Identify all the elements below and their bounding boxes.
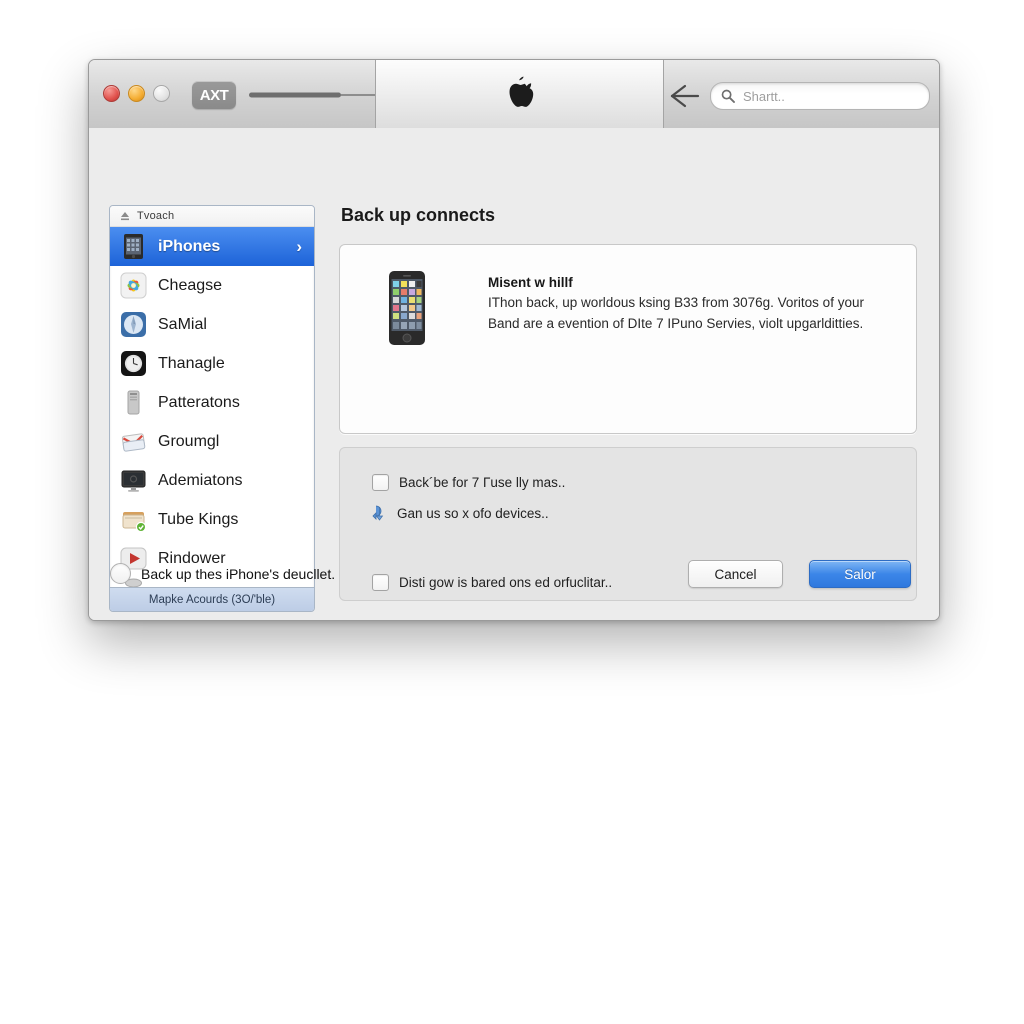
sidebar-item-thanagle[interactable]: Thanagle (110, 344, 314, 383)
mail-stack-icon (121, 433, 146, 452)
info-card-body: IThon back, up worldous ksing B33 from 3… (488, 295, 864, 331)
sidebar-item-patteratons[interactable]: Patteratons (110, 383, 314, 422)
sidebar-item-label: Cheagse (158, 276, 223, 294)
photos-icon (120, 272, 147, 299)
zoom-window-button[interactable] (153, 85, 170, 102)
sidebar-item-groumgl[interactable]: Groumgl (110, 422, 314, 461)
chevron-right-icon: › (296, 236, 302, 256)
sidebar-item-label: Thanagle (158, 354, 225, 372)
folder-sync-icon (122, 512, 147, 533)
page-title: Back up connects (341, 205, 496, 225)
sidebar-header-label: Tvoach (137, 210, 175, 222)
info-card: Misent w hillf IThon back, up worldous k… (339, 244, 917, 434)
device-eject-icon (121, 212, 129, 221)
iphone-photo-icon (389, 271, 425, 345)
info-card-heading: Misent w hillf (488, 275, 573, 290)
clock-icon (121, 351, 146, 376)
save-button[interactable]: Salor (809, 560, 911, 588)
main-content: Back up connects Misent w hillf IThon ba… (339, 205, 917, 601)
backup-now-radio[interactable] (110, 563, 131, 584)
sidebar-item-label: Groumgl (158, 432, 220, 450)
sidebar-item-label: iPhones (158, 237, 221, 255)
tab-apple-device[interactable] (375, 60, 664, 131)
itunes-window: AXT Shartt.. Tvoach iPhones › Cheagse Sa… (88, 59, 940, 621)
option-label: Back´be for 7 Гuse lly mas.. (399, 475, 566, 490)
backup-now-radio-row[interactable]: Back up thes iPhone's deucllet. (110, 563, 335, 584)
info-card-text: Misent w hillf IThon back, up worldous k… (488, 275, 888, 335)
sidebar-item-samial[interactable]: SaMial (110, 305, 314, 344)
search-icon (721, 89, 735, 103)
sidebar-item-label: SaMial (158, 315, 207, 333)
display-monitor-icon (121, 470, 146, 492)
option-label: Gan us so x ofo devices.. (397, 505, 549, 521)
back-arrow-icon[interactable] (669, 82, 701, 110)
minimize-window-button[interactable] (128, 85, 145, 102)
safari-compass-icon (121, 312, 146, 337)
sidebar-item-label: Ademiatons (158, 471, 243, 489)
sidebar-item-tube-kings[interactable]: Tube Kings (110, 500, 314, 539)
dialog-footer: Back up thes iPhone's deucllet. Cancel S… (89, 552, 939, 620)
iphone-device-icon (124, 234, 143, 259)
sync-arrow-icon (372, 505, 384, 521)
sidebar-item-iphones[interactable]: iPhones › (110, 227, 314, 266)
server-tower-icon (127, 390, 140, 415)
sidebar-list: iPhones › Cheagse SaMial Thanagle Patter… (110, 227, 314, 578)
window-controls (103, 85, 170, 102)
backup-now-label: Back up thes iPhone's deucllet. (141, 565, 336, 582)
apple-logo-icon (509, 76, 533, 107)
option-row-sync[interactable]: Gan us so x ofo devices.. (372, 505, 549, 521)
device-sidebar: Tvoach iPhones › Cheagse SaMial Thanagle… (109, 205, 315, 612)
search-input[interactable]: Shartt.. (710, 82, 930, 110)
window-body: Tvoach iPhones › Cheagse SaMial Thanagle… (89, 128, 939, 620)
sidebar-item-cheagse[interactable]: Cheagse (110, 266, 314, 305)
backup-checkbox[interactable] (372, 474, 389, 491)
cancel-button[interactable]: Cancel (688, 560, 783, 588)
search-placeholder-text: Shartt.. (743, 88, 785, 104)
sidebar-item-label: Tube Kings (158, 510, 239, 528)
sidebar-header: Tvoach (110, 206, 314, 227)
sidebar-item-label: Patteratons (158, 393, 240, 411)
window-titlebar: AXT Shartt.. (89, 60, 939, 131)
axt-badge-button[interactable]: AXT (192, 81, 236, 109)
close-window-button[interactable] (103, 85, 120, 102)
sidebar-item-ademiatons[interactable]: Ademiatons (110, 461, 314, 500)
option-row-backup[interactable]: Back´be for 7 Гuse lly mas.. (372, 474, 565, 491)
